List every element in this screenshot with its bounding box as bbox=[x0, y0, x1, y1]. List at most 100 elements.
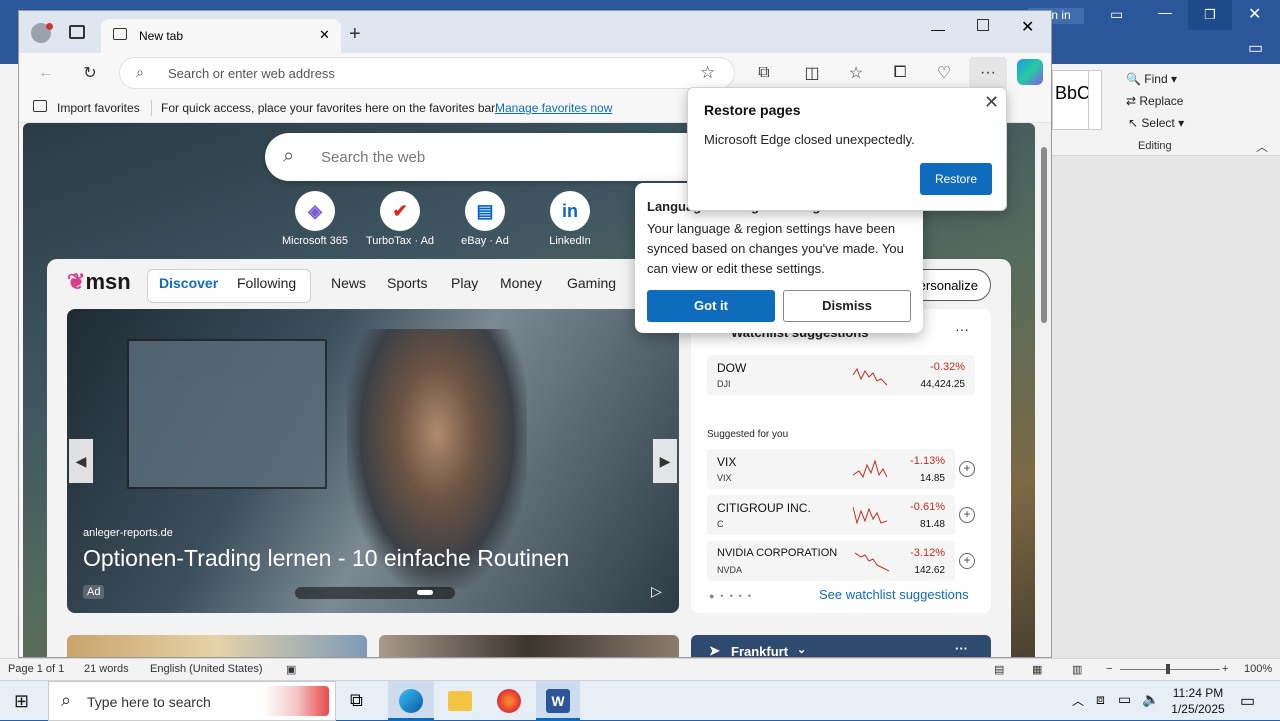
minimize-button[interactable]: — bbox=[931, 21, 945, 37]
collections-icon[interactable]: ⧠ bbox=[885, 58, 915, 88]
hero-headline[interactable]: Optionen-Trading lernen - 10 einfache Ro… bbox=[83, 545, 569, 572]
network-vpn-icon[interactable]: ⧈ bbox=[1096, 691, 1105, 708]
copilot-icon[interactable] bbox=[1017, 59, 1043, 85]
page-scrollbar[interactable] bbox=[1035, 123, 1051, 657]
msn-logo[interactable]: ❦msn bbox=[67, 269, 131, 295]
close-icon[interactable]: ✕ bbox=[984, 92, 999, 113]
status-language[interactable]: English (United States) bbox=[150, 663, 263, 675]
dismiss-button[interactable]: Dismiss bbox=[783, 290, 911, 322]
taskbar-search-box[interactable]: ⌕ Type here to search bbox=[48, 681, 336, 721]
start-windows-icon[interactable]: ⊞ bbox=[14, 691, 29, 712]
add-to-watchlist-icon[interactable]: + bbox=[959, 461, 975, 477]
add-to-watchlist-icon[interactable]: + bbox=[959, 507, 975, 523]
quick-link-linkedin[interactable]: in LinkedIn bbox=[530, 191, 610, 247]
word-minimize-button[interactable]: — bbox=[1158, 4, 1172, 20]
tab-discover[interactable]: Discover bbox=[159, 275, 218, 291]
carousel-next-button[interactable]: ▶ bbox=[653, 439, 677, 483]
word-restore-button[interactable]: ❐ bbox=[1188, 0, 1232, 30]
stock-row-vix[interactable]: VIX VIX -1.13% 14.85 + bbox=[707, 449, 975, 489]
file-explorer-icon[interactable] bbox=[448, 691, 472, 711]
style-gallery-scroll[interactable] bbox=[1088, 70, 1102, 130]
quick-link-microsoft-365[interactable]: ◈ Microsoft 365 bbox=[275, 191, 355, 247]
ribbon-display-icon[interactable]: ▭ bbox=[1110, 6, 1123, 23]
zoom-out-icon[interactable]: − bbox=[1106, 663, 1112, 675]
maximize-button[interactable] bbox=[977, 19, 989, 31]
taskbar-word[interactable]: W bbox=[536, 681, 580, 721]
zoom-level[interactable]: 100% bbox=[1244, 663, 1272, 675]
tab-actions-icon[interactable] bbox=[69, 25, 85, 39]
got-it-button[interactable]: Got it bbox=[647, 290, 775, 322]
hero-ad-card[interactable]: anleger-reports.de Optionen-Trading lern… bbox=[67, 309, 679, 613]
zoom-in-icon[interactable]: + bbox=[1222, 663, 1228, 675]
hero-source: anleger-reports.de bbox=[83, 527, 173, 539]
extensions-icon[interactable]: ⧉ bbox=[749, 58, 779, 88]
word-close-button[interactable]: ✕ bbox=[1248, 4, 1261, 24]
tab-new-tab[interactable]: New tab ✕ bbox=[101, 19, 341, 53]
settings-more-icon[interactable]: ··· bbox=[969, 57, 1007, 89]
adchoices-icon[interactable]: ▷ bbox=[651, 583, 662, 600]
weather-city[interactable]: Frankfurt bbox=[731, 644, 788, 657]
news-card-2[interactable] bbox=[379, 635, 679, 657]
restore-button[interactable]: Restore bbox=[920, 163, 992, 195]
clock[interactable]: 11:24 PM 1/25/2025 bbox=[1168, 685, 1228, 717]
news-card-1[interactable] bbox=[67, 635, 367, 657]
zoom-slider[interactable] bbox=[1120, 669, 1220, 670]
stock-row-dow[interactable]: DOW DJI -0.32% 44,424.25 bbox=[707, 355, 975, 395]
task-view-icon[interactable]: ⧉ bbox=[350, 690, 363, 711]
network-icon[interactable]: ▭ bbox=[1118, 691, 1131, 708]
chevron-down-icon[interactable]: ⌄ bbox=[797, 643, 806, 656]
firefox-icon[interactable] bbox=[497, 689, 521, 713]
tab-money[interactable]: Money bbox=[500, 275, 542, 291]
stock-row-citigroup[interactable]: CITIGROUP INC. C -0.61% 81.48 + bbox=[707, 495, 975, 535]
print-layout-icon[interactable]: ▦ bbox=[1032, 663, 1042, 676]
carousel-prev-button[interactable]: ◀ bbox=[69, 439, 93, 483]
weather-card[interactable]: ➤ Frankfurt ⌄ ··· bbox=[691, 635, 991, 657]
back-icon[interactable]: ← bbox=[31, 58, 61, 88]
tab-sports[interactable]: Sports bbox=[387, 275, 427, 291]
watchlist-pager-dots[interactable]: ●•••• bbox=[709, 591, 757, 601]
ebay-icon: ▤ bbox=[465, 191, 505, 231]
manage-favorites-link[interactable]: Manage favorites now bbox=[495, 101, 612, 115]
split-screen-icon[interactable]: ◫ bbox=[797, 58, 827, 88]
collapse-ribbon-icon[interactable]: ︿ bbox=[1256, 138, 1268, 155]
web-layout-icon[interactable]: ▥ bbox=[1072, 663, 1082, 676]
tab-gaming[interactable]: Gaming bbox=[567, 275, 616, 291]
volume-icon[interactable]: 🔈 bbox=[1142, 691, 1159, 708]
add-to-watchlist-icon[interactable]: + bbox=[959, 553, 975, 569]
status-words[interactable]: 21 words bbox=[84, 663, 129, 675]
proofing-icon[interactable]: ▣ bbox=[286, 663, 296, 676]
import-favorites-button[interactable]: Import favorites bbox=[57, 101, 140, 115]
select-button[interactable]: ↖ Select ▾ bbox=[1128, 116, 1184, 130]
address-bar[interactable]: ⌕ Search or enter web address ☆ bbox=[119, 57, 735, 89]
web-search-box[interactable]: ⌕ Search the web bbox=[265, 133, 725, 181]
tab-news[interactable]: News bbox=[331, 275, 366, 291]
stock-row-nvidia[interactable]: NVIDIA CORPORATION NVDA -3.12% 142.62 + bbox=[707, 541, 975, 581]
find-button[interactable]: 🔍 Find ▾ bbox=[1126, 72, 1177, 86]
carousel-active-dot[interactable] bbox=[417, 590, 433, 595]
taskbar-edge[interactable] bbox=[388, 681, 434, 721]
read-mode-icon[interactable]: ▤ bbox=[994, 663, 1004, 676]
new-tab-button[interactable]: + bbox=[349, 23, 361, 46]
notifications-icon[interactable]: ▭ bbox=[1240, 691, 1255, 711]
tab-following[interactable]: Following bbox=[237, 275, 296, 291]
search-highlight-image[interactable] bbox=[263, 686, 329, 716]
zoom-slider-thumb[interactable] bbox=[1166, 664, 1170, 674]
replace-button[interactable]: ⇄ Replace bbox=[1126, 94, 1183, 108]
chevron-up-icon[interactable]: ︿ bbox=[1072, 692, 1084, 709]
tab-close-icon[interactable]: ✕ bbox=[319, 27, 330, 43]
more-options-icon[interactable]: ··· bbox=[955, 641, 968, 656]
tab-play[interactable]: Play bbox=[451, 275, 478, 291]
see-watchlist-link[interactable]: See watchlist suggestions bbox=[819, 587, 969, 602]
status-page[interactable]: Page 1 of 1 bbox=[8, 663, 64, 675]
edge-icon bbox=[399, 689, 423, 713]
more-options-icon[interactable]: ··· bbox=[955, 321, 969, 337]
close-button[interactable]: ✕ bbox=[1021, 17, 1034, 37]
scrollbar-thumb[interactable] bbox=[1041, 147, 1047, 323]
quick-link-ebay[interactable]: ▤ eBay · Ad bbox=[445, 191, 525, 247]
browser-essentials-icon[interactable]: ♡ bbox=[929, 58, 959, 88]
refresh-icon[interactable]: ↻ bbox=[75, 58, 105, 88]
comments-icon[interactable]: ▭ bbox=[1248, 38, 1263, 58]
quick-link-turbotax[interactable]: ✔ TurboTax · Ad bbox=[360, 191, 440, 247]
favorite-star-icon[interactable]: ☆ bbox=[700, 63, 715, 83]
favorites-icon[interactable]: ☆ bbox=[841, 58, 871, 88]
